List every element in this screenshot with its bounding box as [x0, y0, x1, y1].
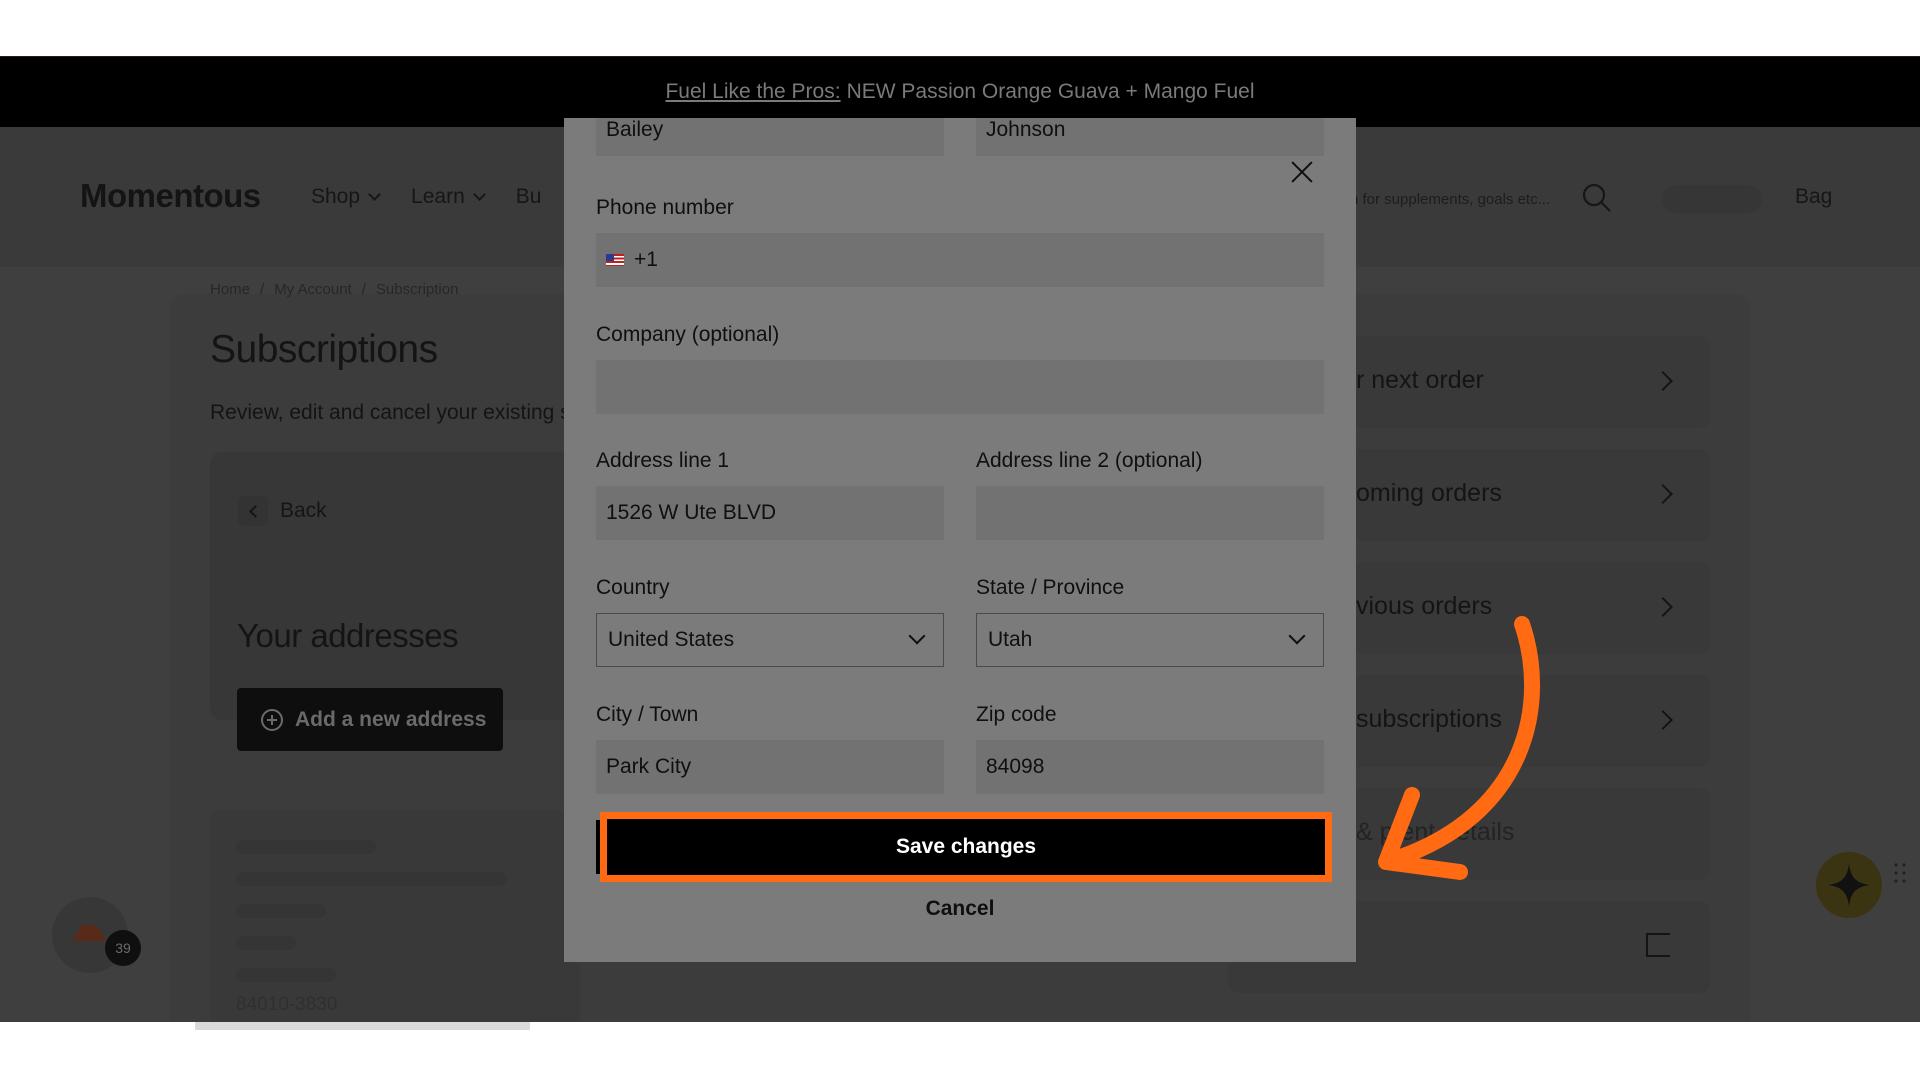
nav-bundles[interactable]: Bu [516, 185, 542, 209]
nav-label: Learn [411, 185, 465, 208]
page-title: Subscriptions [210, 328, 438, 371]
phone-prefix: +1 [634, 248, 658, 271]
redacted-line [236, 904, 326, 918]
nav-label: Shop [311, 185, 361, 208]
promo-text: NEW Passion Orange Guava + Mango Fuel [846, 80, 1255, 103]
account-button[interactable] [1662, 185, 1762, 213]
menu-label: r next order [1356, 366, 1484, 394]
announcement-bar: Fuel Like the Pros: NEW Passion Orange G… [0, 57, 1920, 127]
chevron-right-icon [1653, 710, 1673, 730]
address-card: 84010-3830 [210, 810, 580, 1022]
add-address-button[interactable]: Add a new address [237, 688, 503, 751]
last-name-input[interactable]: Johnson [976, 118, 1324, 156]
flag-us-icon [606, 254, 624, 266]
chevron-down-icon [472, 188, 486, 201]
company-input[interactable] [596, 360, 1324, 414]
page-description: Review, edit and cancel your existing su… [210, 401, 570, 424]
address1-label: Address line 1 [596, 449, 730, 472]
phone-label: Phone number [596, 196, 734, 219]
breadcrumb-separator: / [260, 281, 265, 298]
nav-learn[interactable]: Learn [411, 185, 486, 209]
search-input[interactable]: h for supplements, goals etc... [1350, 191, 1550, 208]
bottom-scroll-strip [195, 1022, 530, 1030]
phone-input[interactable]: +1 [596, 233, 1324, 287]
country-select[interactable]: United States [596, 613, 944, 667]
address-zip: 84010-3830 [236, 994, 338, 1015]
menu-label: oming orders [1356, 479, 1502, 507]
breadcrumb-separator: / [361, 281, 366, 298]
annotation-arrow [1378, 616, 1540, 880]
nav-shop[interactable]: Shop [311, 185, 381, 209]
zip-input[interactable]: 84098 [976, 740, 1324, 794]
country-value: United States [608, 628, 735, 651]
search-icon[interactable] [1582, 183, 1612, 213]
breadcrumb-home[interactable]: Home [210, 281, 250, 298]
promo-link[interactable]: Fuel Like the Pros: [665, 80, 840, 104]
chevron-right-icon [1653, 484, 1673, 504]
add-address-label: Add a new address [295, 707, 487, 731]
zip-label: Zip code [976, 703, 1057, 726]
redacted-line [236, 872, 506, 886]
chevron-right-icon [1653, 371, 1673, 391]
brand-mark-icon [72, 923, 106, 941]
rewards-count-badge: 39 [105, 930, 141, 966]
drag-handle-icon[interactable] [1893, 862, 1907, 884]
addresses-title: Your addresses [237, 617, 459, 654]
address2-label: Address line 2 (optional) [976, 449, 1203, 472]
edit-address-modal: Bailey Johnson Phone number +1 Company (… [564, 118, 1356, 962]
cancel-button[interactable]: Cancel [564, 897, 1356, 921]
chevron-down-icon [1288, 627, 1306, 645]
redacted-line [236, 968, 336, 982]
close-icon[interactable] [1290, 160, 1314, 184]
company-label: Company (optional) [596, 323, 780, 346]
redacted-line [236, 936, 296, 950]
website-viewport: Fuel Like the Pros: NEW Passion Orange G… [0, 57, 1920, 1022]
city-label: City / Town [596, 703, 699, 726]
redacted-line [236, 840, 376, 854]
screen: Fuel Like the Pros: NEW Passion Orange G… [0, 0, 1920, 1080]
chevron-right-icon [1653, 597, 1673, 617]
save-changes-button[interactable]: Save changes [600, 812, 1332, 882]
breadcrumb: Home / My Account / Subscription [210, 281, 458, 298]
state-value: Utah [988, 628, 1033, 651]
back-button[interactable]: Back [238, 496, 327, 526]
bag-link[interactable]: Bag [1795, 185, 1832, 209]
logout-icon [1646, 933, 1670, 957]
state-label: State / Province [976, 576, 1125, 599]
main-nav: Shop Learn Bu [311, 185, 541, 209]
back-label: Back [280, 499, 327, 522]
nav-label: Bu [515, 185, 542, 208]
addresses-panel [210, 452, 580, 720]
first-name-input[interactable]: Bailey [596, 118, 944, 156]
state-select[interactable]: Utah [976, 613, 1324, 667]
chevron-down-icon [908, 627, 926, 645]
breadcrumb-subscription: Subscription [375, 281, 459, 298]
chevron-left-icon [238, 496, 268, 526]
address1-input[interactable]: 1526 W Ute BLVD [596, 486, 944, 540]
country-label: Country [596, 576, 670, 599]
brand-logo[interactable]: Momentous [80, 177, 261, 215]
plus-circle-icon [261, 708, 283, 731]
sparkle-icon [1828, 864, 1870, 906]
city-input[interactable]: Park City [596, 740, 944, 794]
chevron-down-icon [368, 188, 381, 201]
address2-input[interactable] [976, 486, 1324, 540]
breadcrumb-account[interactable]: My Account [274, 281, 352, 298]
